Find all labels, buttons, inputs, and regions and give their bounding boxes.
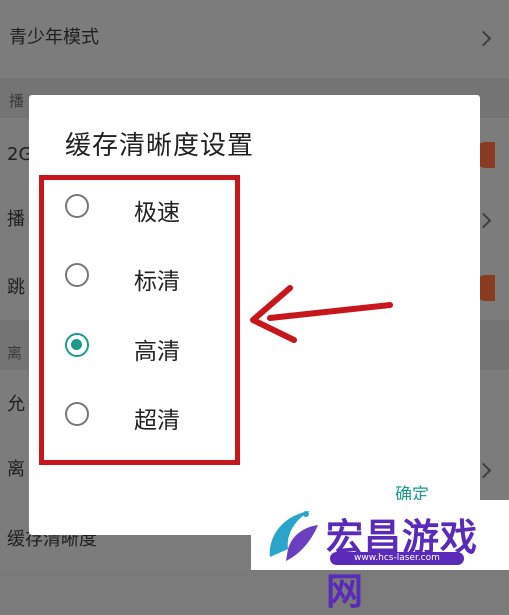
- watermark-url: www.hcs-laser.com: [330, 552, 464, 565]
- highlight-box: [39, 175, 240, 465]
- youth-mode-row[interactable]: 青少年模式: [9, 28, 509, 48]
- dialog-title: 缓存清晰度设置: [65, 131, 255, 161]
- youth-mode-label: 青少年模式: [9, 27, 99, 48]
- watermark-logo-icon: [269, 511, 318, 561]
